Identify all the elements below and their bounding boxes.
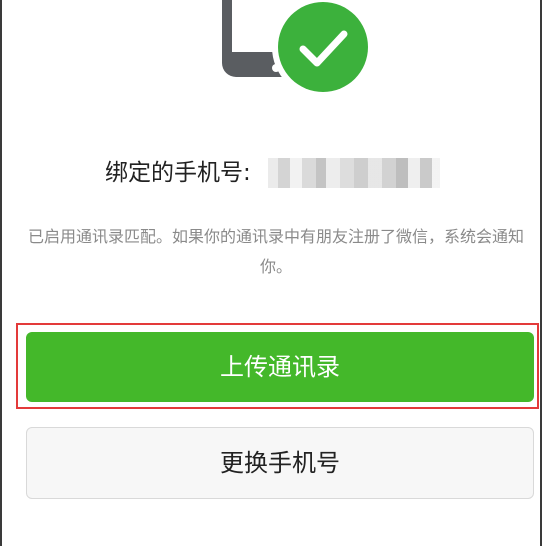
masked-phone-number <box>268 157 441 188</box>
binding-success-illustration <box>218 0 378 98</box>
contact-match-message: 已启用通讯录匹配。如果你的通讯录中有朋友注册了微信，系统会通知你。 <box>27 227 524 276</box>
bound-phone-label: 绑定的手机号: <box>104 159 251 186</box>
checkmark-badge <box>272 0 374 98</box>
checkmark-icon <box>278 2 368 92</box>
right-frame-edge <box>540 0 542 546</box>
upload-contacts-button[interactable]: 上传通讯录 <box>26 332 534 402</box>
left-frame-edge <box>0 0 2 546</box>
bound-phone-row: 绑定的手机号: <box>0 150 545 194</box>
change-phone-button[interactable]: 更换手机号 <box>26 427 534 499</box>
